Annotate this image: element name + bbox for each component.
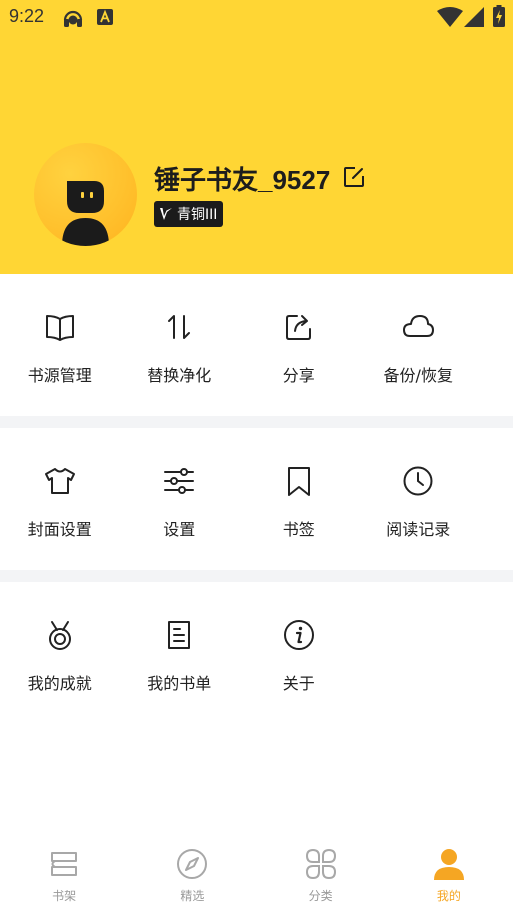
info-icon bbox=[283, 620, 314, 650]
cloud-icon bbox=[403, 315, 435, 337]
bottom-tab-bar: 书架 精选 分类 我的 bbox=[0, 836, 513, 913]
tab-label: 我的 bbox=[436, 889, 461, 903]
battery-icon bbox=[493, 5, 505, 27]
status-bar: 9:22 bbox=[0, 0, 513, 34]
menu-item-about[interactable]: 关于 bbox=[239, 618, 359, 728]
section-divider bbox=[0, 416, 513, 428]
compass-icon bbox=[177, 849, 208, 879]
bookshelf-icon bbox=[51, 852, 78, 876]
tab-mine[interactable]: 我的 bbox=[385, 836, 513, 913]
menu-item-label: 我的书单 bbox=[147, 674, 212, 693]
headset-icon bbox=[63, 10, 83, 27]
person-icon bbox=[433, 849, 464, 880]
level-badge: 青铜III bbox=[154, 201, 224, 227]
menu-item-label: 替换净化 bbox=[147, 366, 212, 385]
username[interactable]: 锤子书友_9527 bbox=[154, 160, 330, 197]
tab-featured[interactable]: 精选 bbox=[128, 836, 256, 913]
tab-label: 分类 bbox=[308, 889, 333, 903]
menu-item-bookmark[interactable]: 书签 bbox=[239, 464, 359, 574]
menu-item-replace[interactable]: 替换净化 bbox=[120, 310, 240, 420]
menu-item-label: 设置 bbox=[163, 520, 196, 539]
section-divider bbox=[0, 570, 513, 582]
category-icon bbox=[305, 848, 336, 880]
menu-item-label: 分享 bbox=[282, 366, 315, 385]
menu-row-3: 我的成就 我的书单 关于 bbox=[0, 618, 513, 728]
sliders-icon bbox=[164, 468, 195, 494]
menu-item-booklist[interactable]: 我的书单 bbox=[120, 618, 240, 728]
menu-item-share[interactable]: 分享 bbox=[239, 310, 359, 420]
bookmark-icon bbox=[287, 467, 310, 496]
menu-item-book-source[interactable]: 书源管理 bbox=[0, 310, 120, 420]
notification-a-icon bbox=[97, 9, 113, 25]
menu-item-label: 书签 bbox=[282, 520, 315, 539]
book-open-icon bbox=[45, 315, 74, 341]
clock-icon bbox=[403, 466, 433, 496]
share-icon bbox=[285, 315, 311, 340]
menu-item-settings[interactable]: 设置 bbox=[120, 464, 240, 574]
menu-item-label: 封面设置 bbox=[27, 520, 92, 539]
swap-vertical-icon bbox=[168, 315, 191, 339]
tab-label: 书架 bbox=[52, 889, 77, 903]
menu-item-label: 书源管理 bbox=[27, 366, 92, 385]
wifi-icon bbox=[437, 7, 463, 27]
signal-icon bbox=[464, 7, 484, 27]
menu-row-2: 封面设置 设置 书签 阅读记录 bbox=[0, 464, 513, 574]
menu-item-label: 关于 bbox=[282, 674, 315, 693]
menu-item-backup[interactable]: 备份/恢复 bbox=[359, 310, 479, 420]
tab-category[interactable]: 分类 bbox=[257, 836, 385, 913]
menu-item-label: 阅读记录 bbox=[386, 520, 451, 539]
menu-item-cover[interactable]: 封面设置 bbox=[0, 464, 120, 574]
avatar[interactable] bbox=[34, 143, 137, 246]
menu-item-achievements[interactable]: 我的成就 bbox=[0, 618, 120, 728]
menu-item-history[interactable]: 阅读记录 bbox=[359, 464, 479, 574]
menu-row-1: 书源管理 替换净化 分享 备份/恢复 bbox=[0, 310, 513, 420]
menu-item-label: 备份/恢复 bbox=[383, 366, 453, 385]
avatar-figure-icon bbox=[62, 181, 109, 246]
v-badge-icon bbox=[160, 208, 172, 220]
tab-bookshelf[interactable]: 书架 bbox=[0, 836, 128, 913]
status-time: 9:22 bbox=[9, 6, 45, 26]
level-label: 青铜III bbox=[177, 207, 218, 223]
shirt-icon bbox=[44, 468, 75, 494]
menu-item-label: 我的成就 bbox=[27, 674, 92, 693]
edit-icon[interactable] bbox=[342, 165, 366, 189]
medal-icon bbox=[48, 621, 71, 650]
booklist-icon bbox=[168, 621, 191, 649]
tab-label: 精选 bbox=[180, 889, 205, 903]
